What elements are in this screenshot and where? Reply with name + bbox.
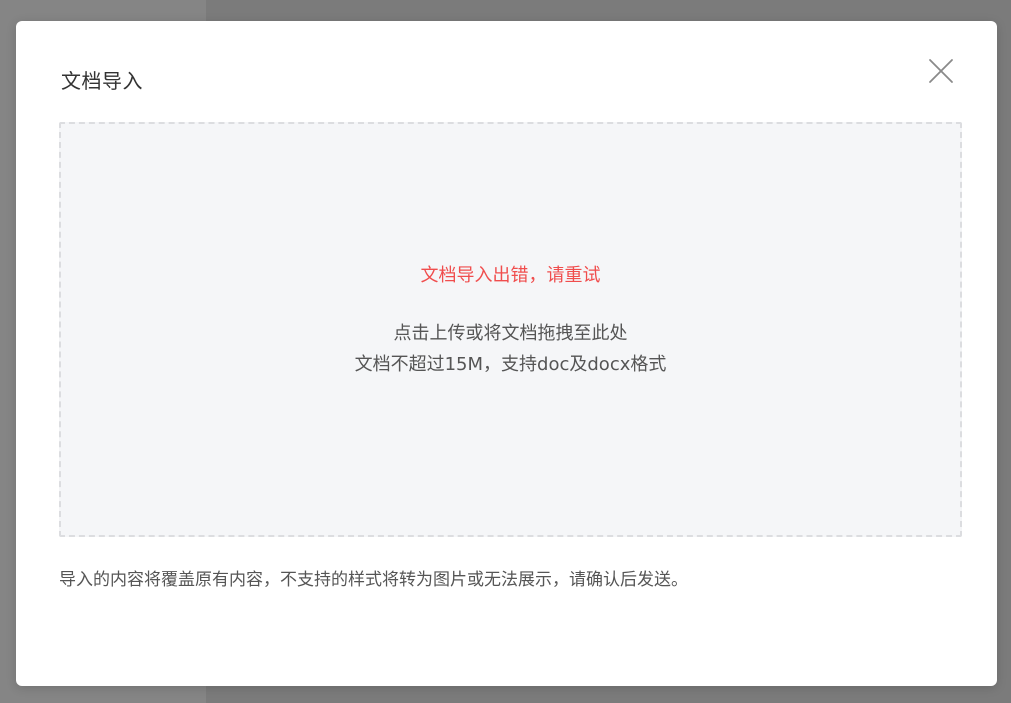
upload-constraint-text: 文档不超过15M，支持doc及docx格式 (354, 354, 667, 375)
import-document-dialog: 文档导入 文档导入出错，请重试 点击上传或将文档拖拽至此处 文档不超过15M，支… (16, 21, 997, 686)
upload-hint-text: 点击上传或将文档拖拽至此处 (393, 323, 628, 344)
close-icon (929, 59, 953, 83)
upload-error-message: 文档导入出错，请重试 (420, 265, 601, 286)
overwrite-notice: 导入的内容将覆盖原有内容，不支持的样式将转为图片或无法展示，请确认后发送。 (59, 570, 688, 590)
upload-dropzone[interactable]: 文档导入出错，请重试 点击上传或将文档拖拽至此处 文档不超过15M，支持doc及… (59, 122, 962, 537)
dialog-title: 文档导入 (61, 69, 143, 93)
close-button[interactable] (925, 55, 957, 87)
